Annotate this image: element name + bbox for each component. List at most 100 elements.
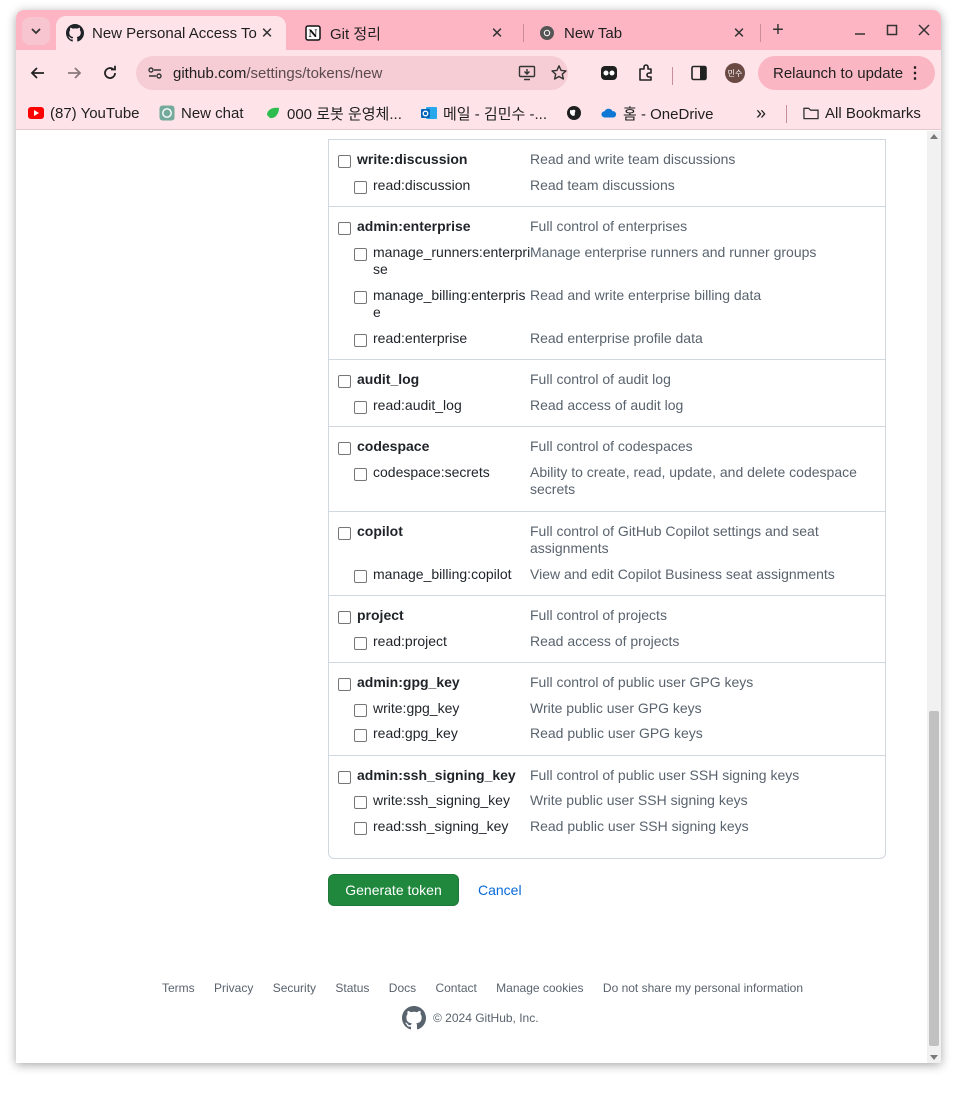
bookmark-globe[interactable] [566,102,588,124]
scope-description: Ability to create, read, update, and del… [530,464,857,497]
scope-checkbox[interactable] [354,401,367,414]
close-icon[interactable]: ✕ [488,24,506,42]
bookmarks-overflow-button[interactable]: » [756,102,766,124]
footer-link-terms[interactable]: Terms [162,981,195,995]
bookmark-onedrive[interactable]: 홈 - OneDrive [601,102,714,124]
scope-checkbox[interactable] [338,611,351,624]
scope-name: audit_log [357,371,420,387]
relaunch-to-update-button[interactable]: Relaunch to update ⋮ [758,56,935,90]
extension-eyes-icon[interactable] [598,62,620,84]
scope-checkbox[interactable] [338,527,351,540]
window-close-icon[interactable] [910,18,938,42]
profile-avatar[interactable]: 민수 [725,63,745,83]
close-icon[interactable]: ✕ [730,24,748,42]
scope-checkbox[interactable] [354,796,367,809]
bookmark-label: New chat [181,104,244,122]
tab-separator [523,24,524,42]
scope-group: copilot Full control of GitHub Copilot s… [329,511,885,596]
bookmark-star-icon[interactable] [550,64,568,82]
tab-title: New Tab [564,24,623,42]
minimize-icon[interactable] [846,18,874,42]
scope-checkbox[interactable] [354,704,367,717]
install-app-icon[interactable] [518,64,536,82]
back-arrow-icon[interactable] [24,59,52,87]
footer-link-security[interactable]: Security [273,981,316,995]
footer-link-status[interactable]: Status [335,981,369,995]
scope-description: Full control of enterprises [530,218,688,234]
browser-window: New Personal Access To ✕ N Git 정리 ✕ New … [16,10,941,1063]
cancel-link[interactable]: Cancel [478,882,522,898]
close-icon[interactable]: ✕ [258,24,276,42]
scope-checkbox[interactable] [354,822,367,835]
scope-checkbox[interactable] [338,771,351,784]
scope-group: admin:enterprise Full control of enterpr… [329,206,885,360]
scope-name: write:gpg_key [373,700,460,716]
scope-description: Read and write team discussions [530,151,736,167]
extensions-puzzle-icon[interactable] [635,62,657,84]
footer-link-privacy[interactable]: Privacy [214,981,253,995]
scope-checkbox[interactable] [338,442,351,455]
scope-description: Manage enterprise runners and runner gro… [530,244,817,260]
scope-name: read:audit_log [373,397,462,413]
footer-link-do-not-share[interactable]: Do not share my personal information [603,981,803,995]
side-panel-icon[interactable] [688,62,710,84]
tab-title: New Personal Access To [92,24,257,42]
more-vertical-icon[interactable]: ⋮ [907,63,923,83]
tab-git-notes[interactable]: N Git 정리 ✕ [294,16,516,50]
scope-checkbox[interactable] [354,637,367,650]
forward-arrow-icon[interactable] [60,59,88,87]
scope-name: project [357,607,404,623]
scope-description: Full control of GitHub Copilot settings … [530,523,819,556]
scroll-down-arrow-icon[interactable] [930,1055,938,1060]
address-bar[interactable]: github.com/settings/tokens/new [136,56,568,90]
scroll-up-arrow-icon[interactable] [930,134,938,139]
folder-icon [803,105,819,121]
new-tab-plus-icon[interactable]: + [766,19,790,43]
globe-icon [566,105,582,121]
reload-icon[interactable] [96,59,124,87]
site-settings-icon[interactable] [146,64,164,82]
scope-checkbox[interactable] [354,248,367,261]
scope-checkbox[interactable] [338,678,351,691]
page-scrollbar[interactable] [927,131,941,1063]
tab-new-tab[interactable]: New Tab ✕ [528,16,758,50]
maximize-icon[interactable] [878,18,906,42]
footer-link-docs[interactable]: Docs [389,981,416,995]
notion-icon: N [304,24,322,42]
scope-checkbox[interactable] [354,181,367,194]
scope-name: read:ssh_signing_key [373,818,509,834]
scope-checkbox[interactable] [354,729,367,742]
scope-checkbox[interactable] [338,222,351,235]
scope-name: codespace:secrets [373,464,490,480]
scope-checkbox[interactable] [354,468,367,481]
scope-description: Read access of projects [530,633,680,649]
all-bookmarks-button[interactable]: All Bookmarks [803,102,921,124]
footer-link-manage-cookies[interactable]: Manage cookies [496,981,583,995]
footer-link-contact[interactable]: Contact [435,981,476,995]
generate-token-button[interactable]: Generate token [328,874,459,906]
bookmark-new-chat[interactable]: New chat [159,102,244,124]
bookmark-robot-os[interactable]: 000 로봇 운영체... [265,102,402,124]
scope-checkbox[interactable] [354,570,367,583]
copyright-text: © 2024 GitHub, Inc. [433,1011,539,1025]
scope-description: Full control of public user GPG keys [530,674,754,690]
scope-description: Read enterprise profile data [530,330,703,346]
scope-checkbox[interactable] [338,155,351,168]
url-host: github.com [173,65,247,82]
scope-checkbox[interactable] [354,334,367,347]
github-logo-icon[interactable] [402,1006,426,1030]
scope-checkbox[interactable] [338,375,351,388]
svg-text:N: N [308,29,317,40]
scope-name: codespace [357,438,430,454]
tab-github-token[interactable]: New Personal Access To ✕ [56,16,286,50]
bookmark-youtube[interactable]: (87) YouTube [28,102,140,124]
bookmark-label: 000 로봇 운영체... [287,105,402,123]
scrollbar-thumb[interactable] [929,711,939,1046]
scope-name: write:discussion [357,151,468,167]
scope-name: read:enterprise [373,330,468,346]
url-text: github.com/settings/tokens/new [173,65,382,82]
tab-strip: New Personal Access To ✕ N Git 정리 ✕ New … [16,10,941,50]
tab-search-button[interactable] [22,17,50,45]
bookmark-mail[interactable]: 메일 - 김민수 -... [421,102,547,124]
scope-checkbox[interactable] [354,291,367,304]
